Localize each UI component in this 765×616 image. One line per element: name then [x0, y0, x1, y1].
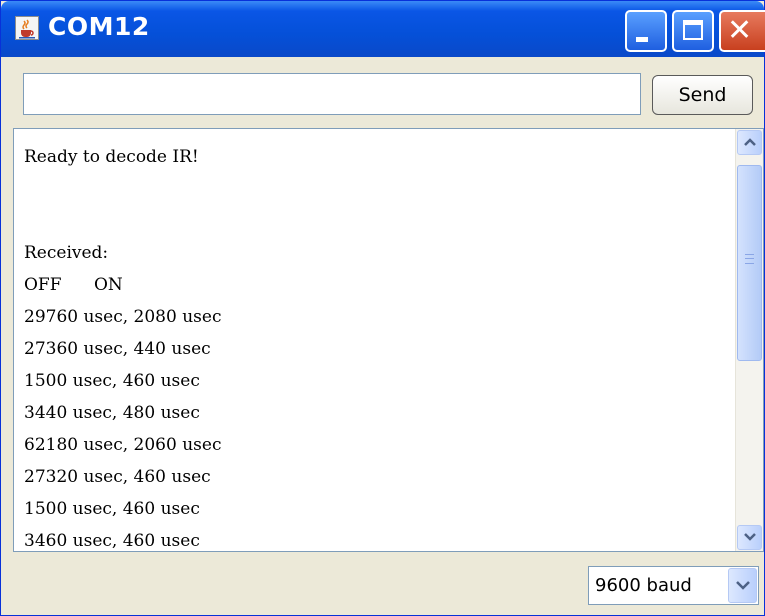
output-line	[24, 205, 221, 237]
minimize-icon	[636, 37, 648, 42]
chevron-down-icon	[736, 581, 750, 590]
output-line: 27320 usec, 460 usec	[24, 467, 211, 487]
baud-rate-value: 9600 baud	[595, 575, 692, 596]
close-icon: ✕	[727, 13, 753, 48]
output-line: OFF ON	[24, 275, 123, 295]
window-title: COM12	[48, 12, 150, 41]
title-bar[interactable]: COM12 ✕	[1, 1, 765, 57]
dropdown-button[interactable]	[728, 568, 757, 603]
java-cup-icon	[15, 16, 39, 40]
output-line: Received:	[24, 243, 109, 263]
serial-monitor-window: COM12 ✕ Send Ready to decode IR! Receive…	[0, 0, 765, 616]
output-line: 27360 usec, 440 usec	[24, 339, 211, 359]
maximize-button[interactable]	[672, 10, 714, 52]
chevron-down-icon	[744, 533, 756, 541]
scroll-down-button[interactable]	[737, 525, 762, 550]
output-line: 29760 usec, 2080 usec	[24, 307, 222, 327]
output-line: 1500 usec, 460 usec	[24, 371, 200, 391]
output-line: 62180 usec, 2060 usec	[24, 435, 222, 455]
status-bar: 9600 baud	[1, 552, 764, 615]
send-input[interactable]	[23, 73, 641, 115]
scroll-thumb[interactable]	[737, 165, 762, 361]
vertical-scrollbar[interactable]	[735, 129, 763, 551]
output-line	[24, 173, 221, 205]
maximize-icon	[683, 20, 703, 40]
serial-output[interactable]: Ready to decode IR! Received: OFF ON 297…	[13, 128, 764, 552]
minimize-button[interactable]	[625, 10, 667, 52]
output-line: 1500 usec, 460 usec	[24, 499, 200, 519]
baud-rate-select[interactable]: 9600 baud	[588, 566, 759, 605]
output-line: 3440 usec, 480 usec	[24, 403, 200, 423]
output-lines: Ready to decode IR! Received: OFF ON 297…	[24, 141, 222, 551]
output-line: 3460 usec, 460 usec	[24, 531, 200, 551]
chevron-up-icon	[744, 138, 756, 146]
output-line: Ready to decode IR!	[24, 147, 199, 167]
grip-icon	[745, 254, 754, 264]
send-button[interactable]: Send	[652, 75, 753, 115]
close-button[interactable]: ✕	[719, 10, 765, 52]
send-bar: Send	[1, 57, 764, 127]
scroll-up-button[interactable]	[737, 130, 762, 155]
